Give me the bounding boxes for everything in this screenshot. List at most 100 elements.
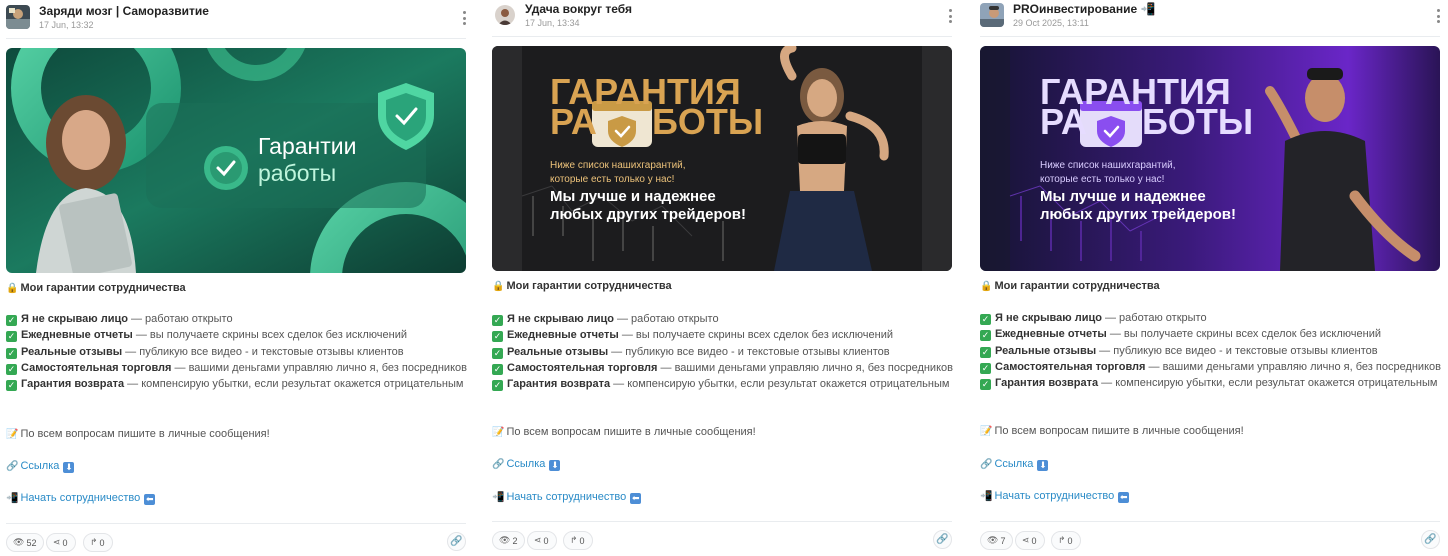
image-subtitle-1: Ниже список нашихгарантий, <box>550 160 686 171</box>
lock-icon: 🔒 <box>980 281 993 292</box>
share-icon: ⋖ <box>1022 535 1030 545</box>
channel-name[interactable]: Удача вокруг тебя <box>525 2 632 16</box>
post-footer: 👁 7 ⋖ 0 ↱ 0 🔗 <box>980 521 1440 554</box>
image-subtitle-1: Ниже список нашихгарантий, <box>1040 160 1176 171</box>
channel-avatar[interactable] <box>495 5 515 25</box>
list-item: ✓ Ежедневные отчеты — вы получаете скрины… <box>980 328 1382 341</box>
link-row[interactable]: 🔗 Ссылка ⬇ <box>492 457 561 472</box>
list-item: ✓ Я не скрываю лицо — работаю открыто <box>492 313 719 326</box>
more-vertical-icon[interactable] <box>458 10 470 26</box>
image-tagline-1: Мы лучше и надежнее <box>1040 188 1206 205</box>
link-text[interactable]: Ссылка <box>506 458 545 470</box>
forwards-counter[interactable]: ↱ 0 <box>563 531 593 550</box>
list-item: ✓ Гарантия возврата — компенсирую убытки,… <box>492 378 950 391</box>
shares-counter[interactable]: ⋖ 0 <box>527 531 557 550</box>
check-icon: ✓ <box>980 379 991 390</box>
channel-avatar[interactable] <box>980 3 1004 27</box>
more-vertical-icon[interactable] <box>944 8 956 24</box>
list-item: ✓ Гарантия возврата — компенсирую убытки,… <box>980 377 1438 390</box>
forwards-counter[interactable]: ↱ 0 <box>83 533 113 552</box>
check-icon: ✓ <box>6 315 17 326</box>
check-icon: ✓ <box>492 348 503 359</box>
post-footer: 👁 52 ⋖ 0 ↱ 0 🔗 <box>6 523 466 556</box>
post-image[interactable]: ГАРАНТИЯ РА БОТЫ Ниже список нашихгарант… <box>492 46 952 271</box>
post-footer: 👁 2 ⋖ 0 ↱ 0 🔗 <box>492 521 952 554</box>
list-item: ✓ Я не скрываю лицо — работаю открыто <box>980 312 1207 325</box>
mobile-arrow-icon: 📲 <box>980 491 993 502</box>
post-date: 17 Jun, 13:34 <box>525 18 580 28</box>
views-counter[interactable]: 👁 7 <box>980 531 1014 550</box>
post-card: Удача вокруг тебя 17 Jun, 13:34 ГАРАНТИЯ… <box>492 0 953 556</box>
channel-name[interactable]: PROинвестирование 📲 <box>1013 2 1155 16</box>
link-icon[interactable]: 🔗 <box>447 532 466 551</box>
memo-icon: 📝 <box>6 429 19 440</box>
mobile-arrow-icon: 📲 <box>1140 2 1156 16</box>
check-icon: ✓ <box>6 348 17 359</box>
post-date: 29 Oct 2025, 13:11 <box>1013 18 1089 28</box>
image-heading-2b: БОТЫ <box>652 101 763 142</box>
image-heading-2a: РА <box>1040 101 1087 142</box>
arrow-down-icon: ⬇ <box>549 460 561 471</box>
lock-icon: 🔒 <box>492 281 505 292</box>
channel-name[interactable]: Заряди мозг | Саморазвитие <box>39 4 209 18</box>
post-title: 🔒 Мои гарантии сотрудничества <box>6 282 186 294</box>
eye-icon: 👁 <box>987 535 999 545</box>
image-heading-2a: РА <box>550 101 597 142</box>
forward-icon: ↱ <box>1058 535 1066 545</box>
lock-icon: 🔒 <box>6 283 19 294</box>
start-row[interactable]: 📲 Начать сотрудничество ⬅ <box>6 491 156 506</box>
start-link[interactable]: Начать сотрудничество <box>20 492 140 504</box>
contact-note: 📝 По всем вопросам пишите в личные сообще… <box>6 428 270 440</box>
post-title: 🔒 Мои гарантии сотрудничества <box>980 280 1160 292</box>
post-image[interactable]: Гарантии работы <box>6 48 466 273</box>
list-item: ✓ Ежедневные отчеты — вы получаете скрины… <box>492 329 894 342</box>
link-icon[interactable]: 🔗 <box>1421 530 1440 549</box>
chain-link-icon: 🔗 <box>6 461 19 472</box>
channel-avatar[interactable] <box>6 5 30 29</box>
arrow-left-icon: ⬅ <box>630 493 642 504</box>
list-item: ✓ Ежедневные отчеты — вы получаете скрины… <box>6 329 408 342</box>
post-date: 17 Jun, 13:32 <box>39 20 94 30</box>
link-text[interactable]: Ссылка <box>20 460 59 472</box>
shares-counter[interactable]: ⋖ 0 <box>1015 531 1045 550</box>
check-icon: ✓ <box>980 330 991 341</box>
post-image[interactable]: ГАРАНТИЯ РА БОТЫ Ниже список нашихгарант… <box>980 46 1440 271</box>
start-row[interactable]: 📲 Начать сотрудничество ⬅ <box>980 489 1130 504</box>
check-icon: ✓ <box>6 364 17 375</box>
chain-link-icon: 🔗 <box>492 459 505 470</box>
check-icon: ✓ <box>980 314 991 325</box>
link-text[interactable]: Ссылка <box>994 458 1033 470</box>
shares-counter[interactable]: ⋖ 0 <box>46 533 76 552</box>
image-tagline-1: Мы лучше и надежнее <box>550 188 716 205</box>
memo-icon: 📝 <box>492 427 505 438</box>
image-subtitle-2: которые есть только у нас! <box>550 174 674 185</box>
check-icon: ✓ <box>6 331 17 342</box>
start-link[interactable]: Начать сотрудничество <box>506 491 626 503</box>
arrow-down-icon: ⬇ <box>63 462 75 473</box>
start-row[interactable]: 📲 Начать сотрудничество ⬅ <box>492 490 642 505</box>
check-icon: ✓ <box>492 315 503 326</box>
list-item: ✓ Реальные отзывы — публикую все видео - … <box>6 346 404 359</box>
arrow-down-icon: ⬇ <box>1037 460 1049 471</box>
views-counter[interactable]: 👁 2 <box>492 531 526 550</box>
views-counter[interactable]: 👁 52 <box>6 533 45 552</box>
post-header: Заряди мозг | Саморазвитие 17 Jun, 13:32 <box>6 3 466 39</box>
memo-icon: 📝 <box>980 426 993 437</box>
post-header: PROинвестирование 📲 29 Oct 2025, 13:11 <box>980 1 1440 37</box>
check-icon: ✓ <box>980 363 991 374</box>
forwards-counter[interactable]: ↱ 0 <box>1051 531 1081 550</box>
more-vertical-icon[interactable] <box>1432 8 1444 24</box>
list-item: ✓ Гарантия возврата — компенсирую убытки,… <box>6 378 464 391</box>
list-item: ✓ Самостоятельная торговля — вашими деньг… <box>980 361 1441 374</box>
start-link[interactable]: Начать сотрудничество <box>994 490 1114 502</box>
post-title: 🔒 Мои гарантии сотрудничества <box>492 280 672 292</box>
post-card: PROинвестирование 📲 29 Oct 2025, 13:11 Г… <box>980 0 1441 556</box>
link-row[interactable]: 🔗 Ссылка ⬇ <box>980 457 1049 472</box>
check-icon: ✓ <box>492 364 503 375</box>
link-icon[interactable]: 🔗 <box>933 530 952 549</box>
link-row[interactable]: 🔗 Ссылка ⬇ <box>6 459 75 474</box>
forward-icon: ↱ <box>90 537 98 547</box>
contact-note: 📝 По всем вопросам пишите в личные сообще… <box>492 426 756 438</box>
image-heading-2b: БОТЫ <box>1142 101 1253 142</box>
arrow-left-icon: ⬅ <box>1118 492 1130 503</box>
